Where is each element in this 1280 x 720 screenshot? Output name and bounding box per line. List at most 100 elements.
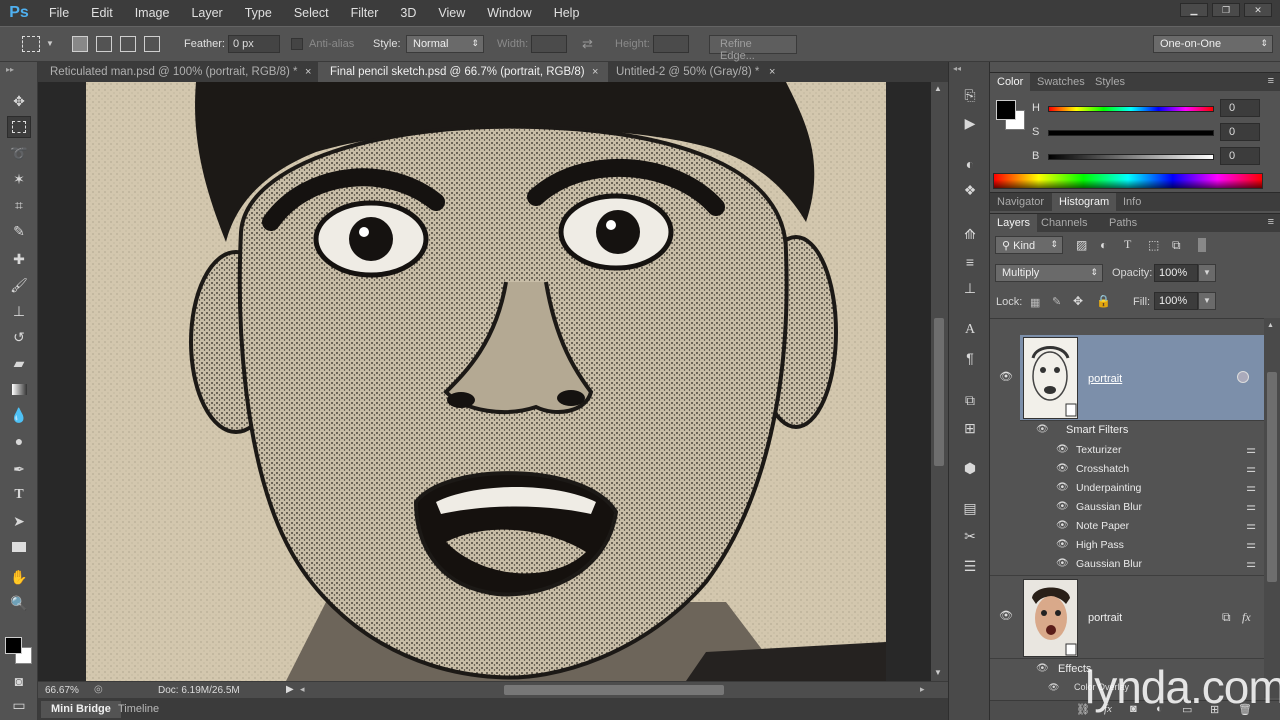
move-tool-icon[interactable]: ✥ bbox=[7, 90, 31, 112]
zoom-level[interactable]: 66.67% bbox=[45, 685, 79, 696]
filter-options-icon[interactable]: ⚌ bbox=[1246, 557, 1256, 570]
3d-icon[interactable]: ⬢ bbox=[959, 460, 981, 480]
fx-icon[interactable]: fx bbox=[1242, 610, 1251, 625]
visibility-eye-icon[interactable]: 👁 bbox=[1036, 663, 1049, 674]
scroll-up-icon[interactable]: ▲ bbox=[1267, 322, 1274, 329]
filter-item[interactable]: 👁 Crosshatch ⚌ bbox=[1020, 460, 1264, 479]
tab-color[interactable]: Color bbox=[990, 73, 1031, 92]
menu-image[interactable]: Image bbox=[124, 0, 181, 26]
chevron-down-icon[interactable]: ▼ bbox=[1198, 264, 1216, 282]
filter-pixel-icon[interactable]: ▨ bbox=[1076, 238, 1087, 252]
hue-value[interactable]: 0 bbox=[1220, 99, 1260, 117]
style-select[interactable]: Normal ⇕ bbox=[406, 35, 484, 53]
adjustments-icon[interactable]: ◐ bbox=[959, 156, 981, 176]
filter-toggle-icon[interactable] bbox=[1198, 238, 1206, 252]
collapse-icon[interactable]: ▸▸ bbox=[6, 65, 14, 74]
dodge-tool-icon[interactable]: ● bbox=[7, 430, 31, 452]
collapse-icon[interactable]: ◂◂ bbox=[953, 64, 961, 73]
filter-shape-icon[interactable]: ⬚ bbox=[1148, 238, 1159, 252]
lasso-tool-icon[interactable]: ➰ bbox=[7, 142, 31, 164]
type-tool-icon[interactable]: T bbox=[7, 484, 31, 506]
lock-transparency-icon[interactable]: ▦ bbox=[1030, 296, 1040, 309]
filter-options-icon[interactable]: ⚌ bbox=[1246, 462, 1256, 475]
healing-brush-icon[interactable]: ✚ bbox=[7, 248, 31, 270]
brush-presets-icon[interactable]: ⟰ bbox=[959, 226, 981, 246]
visibility-eye-icon[interactable]: 👁 bbox=[1036, 424, 1049, 435]
filter-item[interactable]: 👁 Underpainting ⚌ bbox=[1020, 479, 1264, 498]
visibility-eye-icon[interactable]: 👁 bbox=[1048, 682, 1059, 693]
paragraph-icon[interactable]: ¶ bbox=[959, 350, 981, 370]
saturation-slider[interactable]: S 0 bbox=[990, 122, 1280, 144]
crop-tool-icon[interactable]: ⌗ bbox=[7, 194, 31, 216]
filter-options-icon[interactable]: ⚌ bbox=[1246, 500, 1256, 513]
tab-navigator[interactable]: Navigator bbox=[990, 193, 1051, 212]
visibility-eye-icon[interactable]: 👁 bbox=[1056, 558, 1069, 569]
smart-filters-row[interactable]: 👁 Smart Filters bbox=[1020, 421, 1264, 441]
visibility-eye-icon[interactable]: 👁 bbox=[1056, 501, 1069, 512]
chevron-down-icon[interactable]: ▼ bbox=[46, 39, 54, 48]
close-icon[interactable]: × bbox=[592, 62, 598, 82]
filter-item[interactable]: 👁 Note Paper ⚌ bbox=[1020, 517, 1264, 536]
tab-styles[interactable]: Styles bbox=[1088, 73, 1132, 92]
opacity-input[interactable]: 100% bbox=[1154, 264, 1198, 282]
proof-icon[interactable]: ◎ bbox=[94, 684, 103, 695]
filter-options-icon[interactable]: ⚌ bbox=[1246, 519, 1256, 532]
filter-options-icon[interactable]: ⚌ bbox=[1246, 443, 1256, 456]
menu-select[interactable]: Select bbox=[283, 0, 340, 26]
layer-name[interactable]: portrait bbox=[1088, 612, 1122, 624]
scroll-down-icon[interactable]: ▼ bbox=[934, 668, 942, 677]
menu-help[interactable]: Help bbox=[543, 0, 591, 26]
layers-scrollbar[interactable]: ▲ bbox=[1264, 318, 1280, 698]
tab-swatches[interactable]: Swatches bbox=[1030, 73, 1092, 92]
menu-layer[interactable]: Layer bbox=[180, 0, 233, 26]
close-icon[interactable]: ✕ bbox=[1244, 3, 1272, 17]
filter-smart-object-icon[interactable]: ⧉ bbox=[1172, 238, 1181, 253]
scroll-right-icon[interactable]: ▸ bbox=[920, 684, 925, 695]
close-icon[interactable]: × bbox=[769, 62, 775, 82]
zoom-tool-icon[interactable]: 🔍 bbox=[7, 592, 31, 614]
horizontal-scrollbar-thumb[interactable] bbox=[504, 685, 724, 695]
brightness-bar[interactable] bbox=[1048, 154, 1214, 160]
visibility-eye-icon[interactable]: 👁 bbox=[999, 609, 1013, 622]
quick-mask-icon[interactable]: ◙ bbox=[7, 670, 31, 692]
quick-select-icon[interactable]: ✶ bbox=[7, 168, 31, 190]
tab-timeline[interactable]: Timeline bbox=[108, 701, 169, 718]
filter-options-icon[interactable]: ⚌ bbox=[1246, 481, 1256, 494]
layer-name[interactable]: portrait bbox=[1088, 373, 1122, 385]
tab-info[interactable]: Info bbox=[1116, 193, 1148, 212]
tab-histogram[interactable]: Histogram bbox=[1052, 193, 1117, 212]
tab-channels[interactable]: Channels bbox=[1034, 214, 1094, 233]
hue-bar[interactable] bbox=[1048, 106, 1214, 112]
screen-mode-icon[interactable]: ▭ bbox=[7, 694, 31, 716]
marquee-tool-icon[interactable] bbox=[7, 116, 31, 138]
feather-input[interactable]: 0 px bbox=[228, 35, 280, 53]
swap-icon[interactable]: ⇄ bbox=[582, 36, 593, 52]
saturation-bar[interactable] bbox=[1048, 130, 1214, 136]
scrollbar-thumb[interactable] bbox=[1267, 372, 1277, 582]
tab-reticulated-man[interactable]: Reticulated man.psd @ 100% (portrait, RG… bbox=[38, 62, 320, 82]
vertical-scrollbar[interactable]: ▲ ▼ bbox=[931, 82, 948, 681]
brightness-slider[interactable]: B 0 bbox=[990, 146, 1280, 168]
filter-item[interactable]: 👁 Gaussian Blur ⚌ bbox=[1020, 498, 1264, 517]
layer-filter-kind[interactable]: ⚲ Kind ⇕ bbox=[995, 236, 1063, 254]
brush-panel-icon[interactable]: ≡ bbox=[959, 254, 981, 274]
eraser-tool-icon[interactable]: ▰ bbox=[7, 352, 31, 374]
new-selection-icon[interactable] bbox=[72, 36, 88, 52]
info-notes-icon[interactable]: ☰ bbox=[959, 558, 981, 578]
notes-icon[interactable]: ▤ bbox=[959, 500, 981, 520]
eyedropper-icon[interactable]: ✎ bbox=[7, 220, 31, 242]
visibility-eye-icon[interactable]: 👁 bbox=[999, 370, 1013, 383]
lock-all-icon[interactable]: 🔒 bbox=[1096, 294, 1111, 308]
path-select-icon[interactable]: ➤ bbox=[7, 510, 31, 532]
filter-options-icon[interactable]: ⚌ bbox=[1246, 538, 1256, 551]
lock-position-icon[interactable]: ✥ bbox=[1073, 294, 1083, 308]
menu-edit[interactable]: Edit bbox=[80, 0, 124, 26]
width-input[interactable] bbox=[531, 35, 567, 53]
stamp-tool-icon[interactable]: ⊥ bbox=[7, 300, 31, 322]
refine-edge-button[interactable]: Refine Edge... bbox=[709, 35, 797, 62]
intersect-selection-icon[interactable] bbox=[144, 36, 160, 52]
layer-row-portrait-smart[interactable]: 👁 portrait bbox=[990, 335, 1264, 421]
foreground-swatch[interactable] bbox=[5, 637, 22, 654]
brush-tool-icon[interactable]: 🖌 bbox=[7, 274, 31, 296]
filter-item[interactable]: 👁 High Pass ⚌ bbox=[1020, 536, 1264, 555]
